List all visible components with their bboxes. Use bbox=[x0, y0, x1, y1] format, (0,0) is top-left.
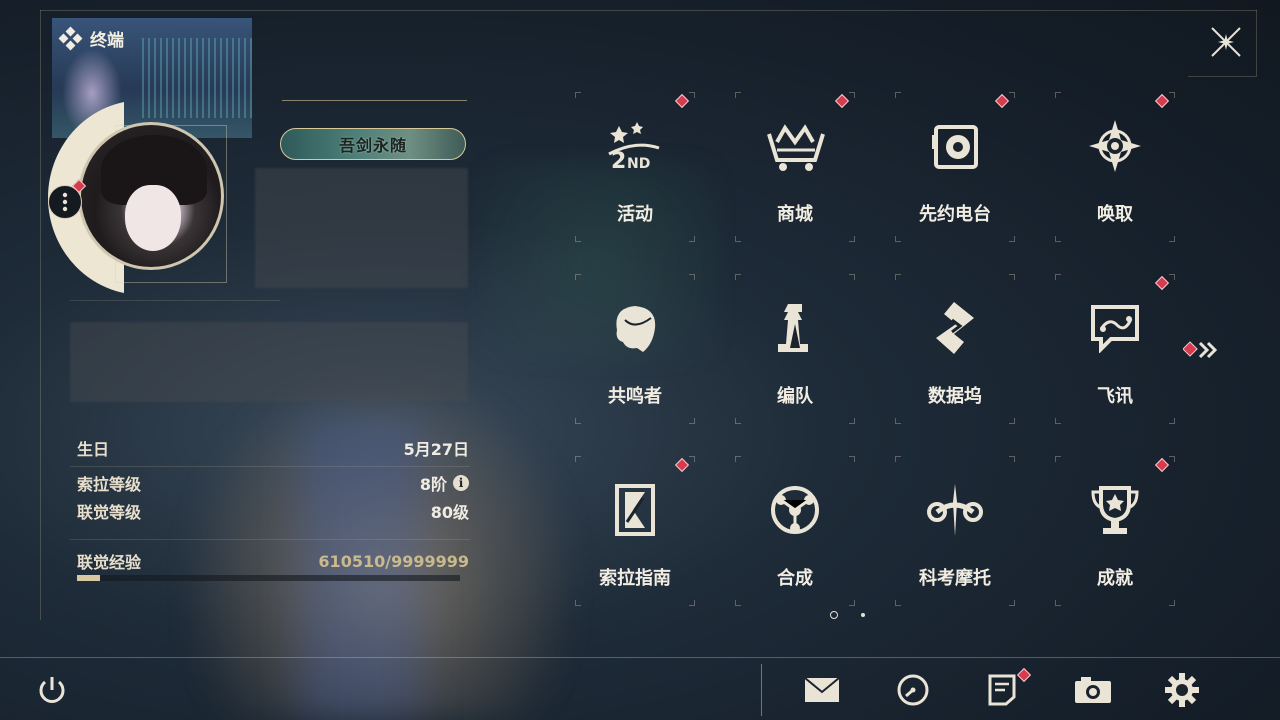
menu-tile-11[interactable]: 成就 bbox=[1055, 456, 1175, 606]
double-chevron-right-icon bbox=[1182, 341, 1218, 359]
menu-tile-label: 编队 bbox=[777, 386, 813, 407]
trophy-icon bbox=[1080, 480, 1150, 540]
menu-tile-2[interactable]: 先约电台 bbox=[895, 92, 1015, 242]
menu-tile-label: 活动 bbox=[617, 204, 653, 225]
birthday-row: 生日 5月27日 bbox=[77, 437, 469, 459]
notification-badge-dot bbox=[674, 93, 690, 109]
mail-icon bbox=[804, 677, 840, 702]
menu-tile-4[interactable]: 共鸣者 bbox=[575, 274, 695, 424]
diamond-cluster-icon bbox=[58, 26, 83, 50]
bottom-divider bbox=[0, 657, 1280, 658]
birthday-value: 5月27日 bbox=[403, 440, 469, 459]
frame-left-line bbox=[40, 10, 41, 620]
divider bbox=[70, 466, 470, 467]
menu-tile-1[interactable]: 商城 bbox=[735, 92, 855, 242]
notification-badge-dot bbox=[1154, 93, 1170, 109]
notification-badge-dot bbox=[994, 93, 1010, 109]
menu-tile-label: 先约电台 bbox=[919, 204, 991, 225]
blurred-name-area bbox=[255, 168, 468, 288]
union-exp-bar bbox=[77, 575, 460, 581]
notes-icon bbox=[988, 674, 1016, 706]
sola-level-row: 索拉等级 8阶 i bbox=[77, 472, 469, 494]
menu-tile-8[interactable]: 索拉指南 bbox=[575, 456, 695, 606]
menu-tile-9[interactable]: 合成 bbox=[735, 456, 855, 606]
divider bbox=[70, 300, 280, 301]
notification-badge-dot bbox=[834, 93, 850, 109]
clock-icon bbox=[897, 674, 929, 706]
blurred-signature-area bbox=[70, 322, 468, 402]
birthday-label: 生日 bbox=[77, 440, 110, 459]
power-button[interactable] bbox=[30, 668, 74, 712]
menu-tile-label: 共鸣者 bbox=[608, 386, 662, 407]
close-icon bbox=[1211, 27, 1241, 57]
next-page-button[interactable] bbox=[1182, 338, 1223, 362]
divider bbox=[282, 100, 467, 101]
terminal-header: 终端 bbox=[58, 26, 124, 51]
union-level-row: 联觉等级 80级 bbox=[77, 500, 469, 522]
union-exp-row: 联觉经验 610510/9999999 bbox=[77, 550, 469, 573]
union-exp-fill bbox=[77, 575, 101, 581]
menu-tile-0[interactable]: 2 ND 活动 bbox=[575, 92, 695, 242]
power-icon bbox=[39, 677, 65, 703]
menu-tile-label: 合成 bbox=[777, 568, 813, 589]
menu-tile-6[interactable]: 数据坞 bbox=[895, 274, 1015, 424]
frame-right-line bbox=[1256, 10, 1257, 76]
avatar[interactable] bbox=[78, 122, 224, 270]
guidebook-icon bbox=[600, 480, 670, 540]
menu-tile-10[interactable]: 科考摩托 bbox=[895, 456, 1015, 606]
menu-tile-label: 唤取 bbox=[1097, 204, 1133, 225]
menu-tile-label: 索拉指南 bbox=[599, 568, 671, 589]
camera-icon bbox=[1075, 677, 1111, 703]
radio-icon bbox=[920, 116, 990, 176]
menu-tile-label: 科考摩托 bbox=[919, 568, 991, 589]
data-dock-icon bbox=[920, 298, 990, 358]
sola-level-label: 索拉等级 bbox=[77, 475, 142, 494]
convene-compass-icon bbox=[1080, 116, 1150, 176]
union-exp-value: 610510/9999999 bbox=[318, 551, 469, 571]
gear-icon bbox=[1165, 673, 1199, 707]
menu-tile-label: 成就 bbox=[1097, 568, 1133, 589]
notification-badge-dot bbox=[674, 457, 690, 473]
synthesis-icon bbox=[760, 480, 830, 540]
notification-badge-dot bbox=[1154, 275, 1170, 291]
close-button[interactable] bbox=[1208, 24, 1244, 60]
page-dot[interactable] bbox=[861, 613, 865, 617]
resonator-head-icon bbox=[600, 298, 670, 358]
sola-level-value: 8阶 bbox=[419, 475, 447, 494]
svg-text:ND: ND bbox=[627, 156, 650, 172]
menu-tile-label: 数据坞 bbox=[928, 386, 982, 407]
mail-button[interactable] bbox=[800, 668, 844, 712]
shop-cart-icon bbox=[760, 116, 830, 176]
motorbike-icon bbox=[920, 480, 990, 540]
union-exp-label: 联觉经验 bbox=[77, 553, 142, 572]
page-title: 终端 bbox=[90, 31, 124, 51]
menu-tile-7[interactable]: 飞讯 bbox=[1055, 274, 1175, 424]
frame-top-line bbox=[40, 10, 1257, 11]
bottom-separator bbox=[761, 664, 762, 716]
more-vertical-icon bbox=[62, 192, 68, 212]
menu-tile-5[interactable]: 编队 bbox=[735, 274, 855, 424]
title-badge-label: 吾剑永随 bbox=[338, 136, 407, 155]
union-level-label: 联觉等级 bbox=[77, 503, 142, 522]
menu-tile-label: 商城 bbox=[777, 204, 813, 225]
info-icon[interactable]: i bbox=[453, 475, 469, 491]
settings-button[interactable] bbox=[1160, 668, 1204, 712]
clock-button[interactable] bbox=[891, 668, 935, 712]
divider bbox=[70, 539, 470, 540]
union-level-value: 80级 bbox=[430, 503, 469, 522]
team-chess-icon bbox=[760, 298, 830, 358]
event-2nd-icon: 2 ND bbox=[600, 116, 670, 176]
page-dot-active[interactable] bbox=[830, 611, 838, 619]
menu-tile-label: 飞讯 bbox=[1097, 386, 1133, 407]
title-badge[interactable]: 吾剑永随 bbox=[280, 128, 466, 160]
message-chat-icon bbox=[1080, 298, 1150, 358]
notification-badge-dot bbox=[1154, 457, 1170, 473]
frame-right-notch bbox=[1188, 76, 1257, 77]
camera-button[interactable] bbox=[1071, 668, 1115, 712]
menu-tile-3[interactable]: 唤取 bbox=[1055, 92, 1175, 242]
